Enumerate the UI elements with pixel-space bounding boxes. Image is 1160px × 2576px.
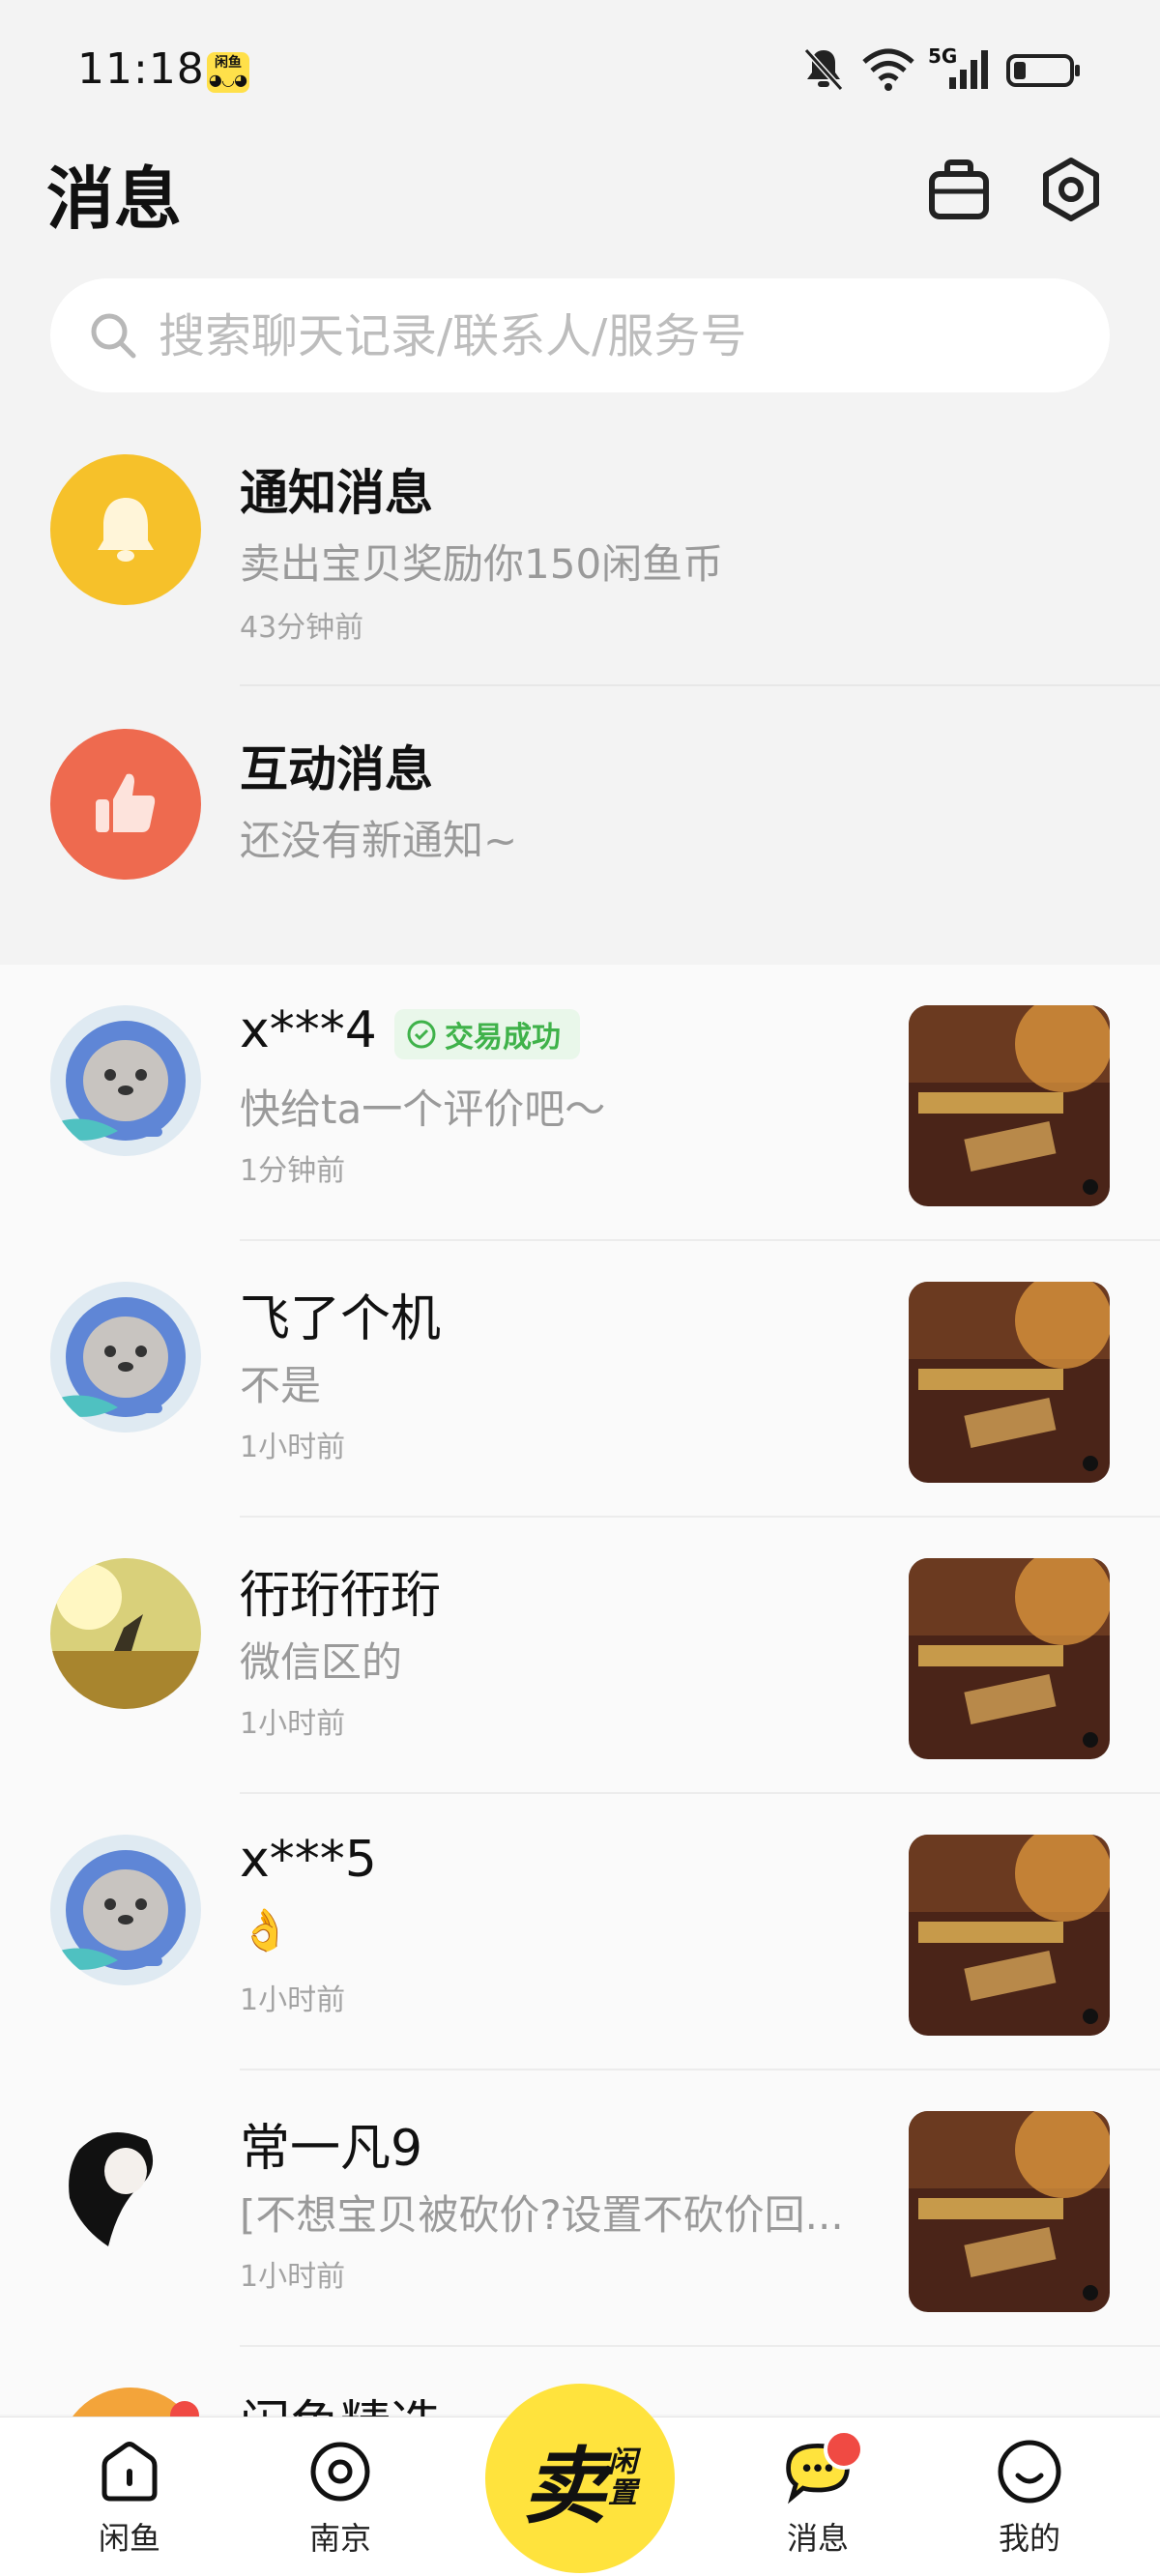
search-icon	[91, 313, 136, 359]
interaction-messages-item[interactable]: 互动消息 还没有新通知~	[0, 702, 1160, 978]
bell-avatar	[50, 454, 201, 605]
item-thumbnail[interactable]	[909, 2111, 1110, 2312]
last-message: 快给ta一个评价吧～	[240, 1085, 606, 1133]
wifi-icon	[862, 48, 914, 91]
nav-messages[interactable]: 消息	[740, 2429, 895, 2570]
message-time: 1小时前	[240, 1431, 346, 1464]
message-time: 1小时前	[240, 1707, 346, 1741]
contact-name: 飞了个机	[240, 1290, 442, 1348]
settings-hexagon-icon	[1043, 158, 1099, 221]
nav-label: 消息	[786, 2520, 849, 2557]
notice-subtitle: 还没有新通知~	[240, 817, 518, 864]
search-input[interactable]	[157, 278, 1088, 394]
thumbs-up-avatar	[50, 729, 201, 880]
message-time: 1分钟前	[240, 1154, 346, 1188]
bell-icon	[98, 498, 154, 562]
item-thumbnail[interactable]	[909, 1282, 1110, 1483]
notification-messages-item[interactable]: 通知消息 卖出宝贝奖励你150闲鱼币 43分钟前	[0, 425, 1160, 702]
shopping-bag-icon	[929, 159, 989, 219]
page-title: 消息	[46, 159, 182, 239]
check-circle-icon	[407, 1020, 436, 1049]
deal-success-text: 交易成功	[445, 1021, 561, 1055]
contact-name: x***5	[240, 1831, 377, 1889]
divider	[240, 684, 1160, 686]
home-icon	[93, 2435, 166, 2508]
item-thumbnail[interactable]	[909, 1835, 1110, 2036]
conversation-item[interactable]: 衎珩衎珩 微信区的 1小时前	[0, 1518, 1160, 1794]
nav-label: 南京	[308, 2520, 371, 2557]
search-bar[interactable]	[50, 278, 1110, 394]
nav-profile[interactable]: 我的	[952, 2435, 1107, 2570]
nav-label: 我的	[998, 2520, 1060, 2557]
message-time: 1小时前	[240, 2260, 346, 2294]
seal-avatar	[50, 1005, 201, 1156]
notice-title: 通知消息	[240, 465, 433, 521]
conversation-item[interactable]: x***5 👌 1小时前	[0, 1794, 1160, 2070]
chat-bubble-icon	[781, 2429, 864, 2508]
shop-button[interactable]	[920, 151, 998, 228]
status-time: 11:18	[77, 44, 205, 94]
last-message: 👌	[240, 1906, 291, 1954]
last-message: 不是	[240, 1362, 322, 1409]
item-thumbnail[interactable]	[909, 1005, 1110, 1206]
status-app-badge-text: 闲鱼	[215, 55, 242, 71]
conversation-item[interactable]: 常一凡9 [不想宝贝被砍价?设置不砍价回... 1小时前	[0, 2070, 1160, 2347]
status-icons: 5G	[802, 44, 1083, 95]
contact-name: 衎珩衎珩	[240, 1567, 442, 1625]
deal-success-badge: 交易成功	[394, 1009, 580, 1059]
contact-name: x***4	[240, 1001, 377, 1059]
seal-avatar	[50, 1282, 201, 1433]
contact-name: 常一凡9	[240, 2120, 423, 2178]
sell-side-top: 闲	[608, 2446, 637, 2479]
smile-icon	[993, 2435, 1066, 2508]
sell-side-label: 闲 置	[608, 2447, 637, 2509]
signal-icon	[949, 50, 988, 89]
unread-badge	[824, 2429, 864, 2470]
field-photo-avatar	[50, 1558, 201, 1709]
sell-side-bottom: 置	[608, 2476, 637, 2510]
settings-button[interactable]	[1032, 151, 1110, 228]
location-icon	[304, 2435, 377, 2508]
conversation-item[interactable]: x***4 交易成功 快给ta一个评价吧～ 1分钟前	[0, 965, 1160, 1241]
notice-subtitle: 卖出宝贝奖励你150闲鱼币	[240, 540, 724, 588]
seal-avatar	[50, 1835, 201, 1985]
mute-bell-icon	[803, 47, 844, 92]
anime-avatar	[50, 2111, 201, 2262]
nav-label: 闲鱼	[98, 2520, 160, 2557]
notice-title: 互动消息	[240, 741, 433, 797]
conversation-item[interactable]: 飞了个机 不是 1小时前	[0, 1241, 1160, 1518]
sell-main-label: 卖	[523, 2438, 606, 2535]
nav-home[interactable]: 闲鱼	[52, 2435, 207, 2570]
last-message: 微信区的	[240, 1638, 403, 1686]
divider	[240, 2345, 1160, 2347]
last-message: [不想宝贝被砍价?设置不砍价回...	[240, 2191, 844, 2239]
sell-button[interactable]: 卖 闲 置	[485, 2384, 675, 2573]
status-app-badge-icon: 闲鱼 ◕◡◕	[207, 52, 249, 93]
message-time: 1小时前	[240, 1983, 346, 2017]
battery-icon	[1006, 54, 1080, 87]
thumbs-up-icon	[96, 773, 156, 832]
item-thumbnail[interactable]	[909, 1558, 1110, 1759]
notice-time: 43分钟前	[240, 611, 364, 645]
nav-nearby[interactable]: 南京	[263, 2435, 418, 2570]
